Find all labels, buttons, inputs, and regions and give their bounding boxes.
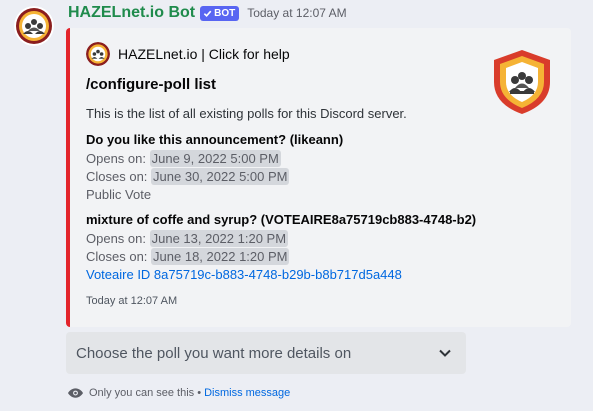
opens-label: Opens on: (86, 231, 150, 246)
poll-opens: Opens on: June 9, 2022 5:00 PM (86, 150, 343, 168)
poll-select-placeholder: Choose the poll you want more details on (76, 344, 352, 362)
chevron-down-icon (439, 349, 451, 357)
poll-closes: Closes on: June 18, 2022 1:20 PM (86, 248, 476, 266)
opens-label: Opens on: (86, 151, 150, 166)
verified-check-icon (203, 10, 212, 17)
embed-title: /configure-poll list (86, 76, 216, 93)
opens-date[interactable]: June 9, 2022 5:00 PM (149, 150, 281, 167)
bot-avatar[interactable] (14, 6, 54, 46)
ephemeral-text: Only you can see this • (89, 387, 202, 399)
bot-tag-label: BOT (214, 7, 236, 19)
poll-name: Do you like this announcement? (likeann) (86, 132, 344, 147)
poll-field: mixture of coffe and syrup? (VOTEAIRE8a7… (86, 210, 476, 284)
author-logo-icon (86, 42, 110, 66)
eye-icon (68, 388, 83, 398)
message-timestamp: Today at 12:07 AM (247, 6, 347, 20)
voteaire-id-link[interactable]: Voteaire ID 8a75719c-b883-4748-b29b-b8b7… (86, 266, 476, 284)
embed-description: This is the list of all existing polls f… (86, 106, 407, 121)
closes-label: Closes on: (86, 249, 152, 264)
closes-date[interactable]: June 18, 2022 1:20 PM (151, 248, 290, 265)
bot-tag: BOT (200, 5, 240, 21)
poll-field: Do you like this announcement? (likeann)… (86, 130, 343, 204)
message-header: HAZELnet.io Bot BOT Today at 12:07 AM (68, 4, 347, 22)
closes-date[interactable]: June 30, 2022 5:00 PM (151, 168, 290, 185)
opens-date[interactable]: June 13, 2022 1:20 PM (149, 230, 289, 247)
poll-select-menu[interactable]: Choose the poll you want more details on (66, 332, 466, 374)
poll-name: mixture of coffe and syrup? (VOTEAIRE8a7… (86, 212, 477, 227)
dismiss-message-link[interactable]: Dismiss message (204, 387, 290, 399)
closes-label: Closes on: (86, 169, 152, 184)
embed-footer-timestamp: Today at 12:07 AM (86, 295, 178, 307)
embed-author-name[interactable]: HAZELnet.io | Click for help (118, 46, 290, 62)
poll-opens: Opens on: June 13, 2022 1:20 PM (86, 230, 476, 248)
embed: HAZELnet.io | Click for help /configure-… (66, 28, 571, 327)
embed-author[interactable]: HAZELnet.io | Click for help (86, 42, 290, 66)
hazelnet-logo-icon (14, 6, 54, 46)
ephemeral-notice: Only you can see this • Dismiss message (68, 387, 290, 399)
poll-closes: Closes on: June 30, 2022 5:00 PM (86, 168, 343, 186)
shield-logo-icon (488, 48, 556, 116)
bot-message: HAZELnet.io Bot BOT Today at 12:07 AM HA… (0, 0, 593, 411)
bot-username[interactable]: HAZELnet.io Bot (68, 4, 195, 22)
poll-type: Public Vote (86, 187, 152, 202)
